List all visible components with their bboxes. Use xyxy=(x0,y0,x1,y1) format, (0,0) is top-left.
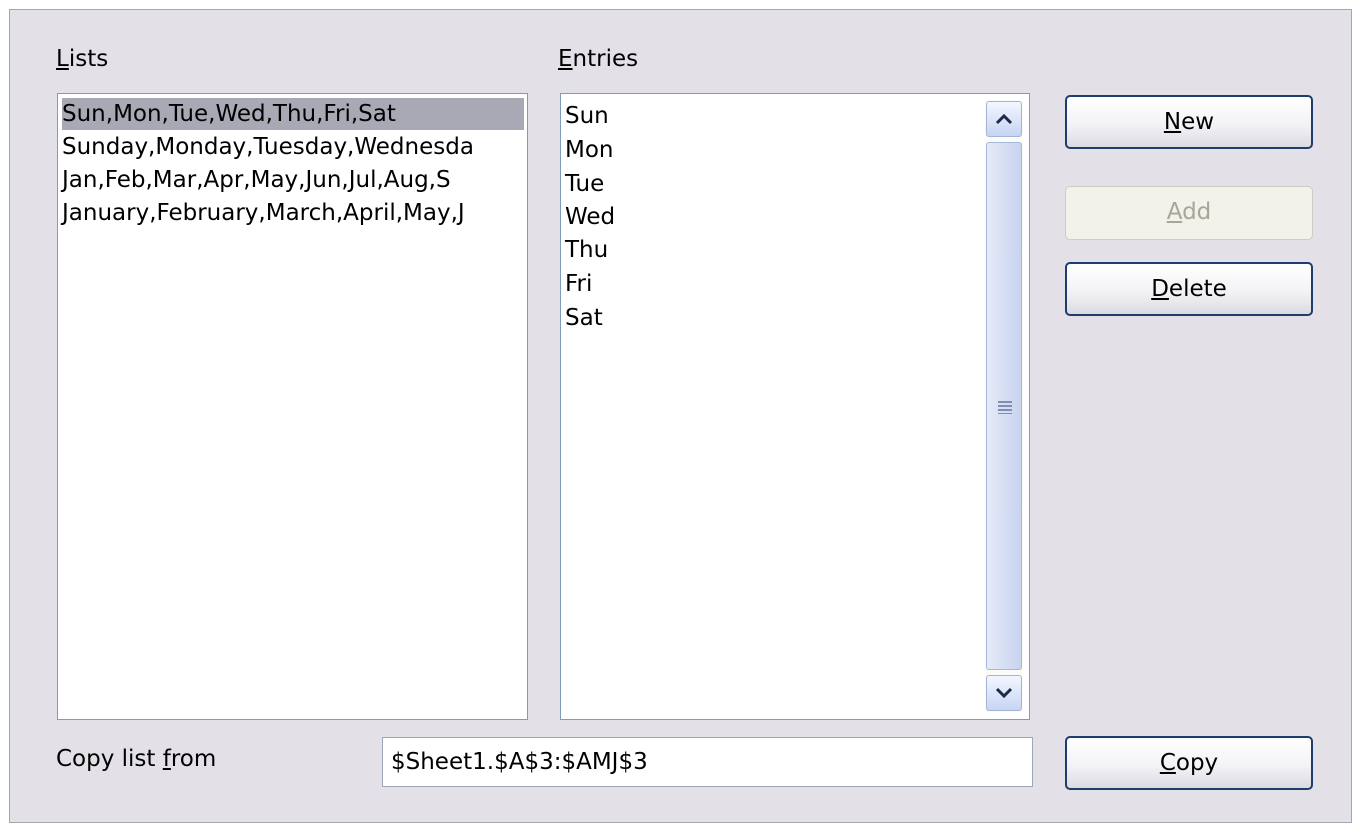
copy-from-field[interactable]: $Sheet1.$A$3:$AMJ$3 xyxy=(382,737,1033,787)
delete-button[interactable]: Delete xyxy=(1065,262,1313,316)
list-item[interactable]: Fri xyxy=(565,268,592,300)
scroll-down-button[interactable] xyxy=(986,675,1022,711)
new-button[interactable]: New xyxy=(1065,95,1313,149)
chevron-up-icon xyxy=(995,113,1013,125)
entries-listbox[interactable]: Sun Mon Tue Wed Thu Fri Sat xyxy=(560,93,1030,720)
sort-lists-panel: Lists Sun,Mon,Tue,Wed,Thu,Fri,Sat Sunday… xyxy=(9,9,1352,823)
list-item[interactable]: Tue xyxy=(565,168,604,200)
scroll-up-button[interactable] xyxy=(986,101,1022,137)
entries-label: Entries xyxy=(558,46,639,72)
copy-list-from-label: Copy list from xyxy=(56,746,217,772)
grip-icon xyxy=(998,401,1012,414)
lists-label: Lists xyxy=(56,46,109,72)
list-item[interactable]: Sun,Mon,Tue,Wed,Thu,Fri,Sat xyxy=(62,98,524,130)
list-item[interactable]: Sunday,Monday,Tuesday,Wednesda xyxy=(62,131,524,163)
add-button[interactable]: Add xyxy=(1065,186,1313,240)
lists-listbox[interactable]: Sun,Mon,Tue,Wed,Thu,Fri,Sat Sunday,Monda… xyxy=(57,93,528,720)
list-item[interactable]: January,February,March,April,May,J xyxy=(62,197,524,229)
chevron-down-icon xyxy=(995,687,1013,699)
list-item[interactable]: Thu xyxy=(565,234,608,266)
list-item[interactable]: Jan,Feb,Mar,Apr,May,Jun,Jul,Aug,S xyxy=(62,164,524,196)
entries-scrollbar[interactable] xyxy=(985,100,1023,712)
list-item[interactable]: Sun xyxy=(565,100,609,132)
list-item[interactable]: Sat xyxy=(565,302,603,334)
scroll-thumb[interactable] xyxy=(986,142,1022,670)
copy-button[interactable]: Copy xyxy=(1065,736,1313,790)
list-item[interactable]: Mon xyxy=(565,134,614,166)
list-item[interactable]: Wed xyxy=(565,201,615,233)
